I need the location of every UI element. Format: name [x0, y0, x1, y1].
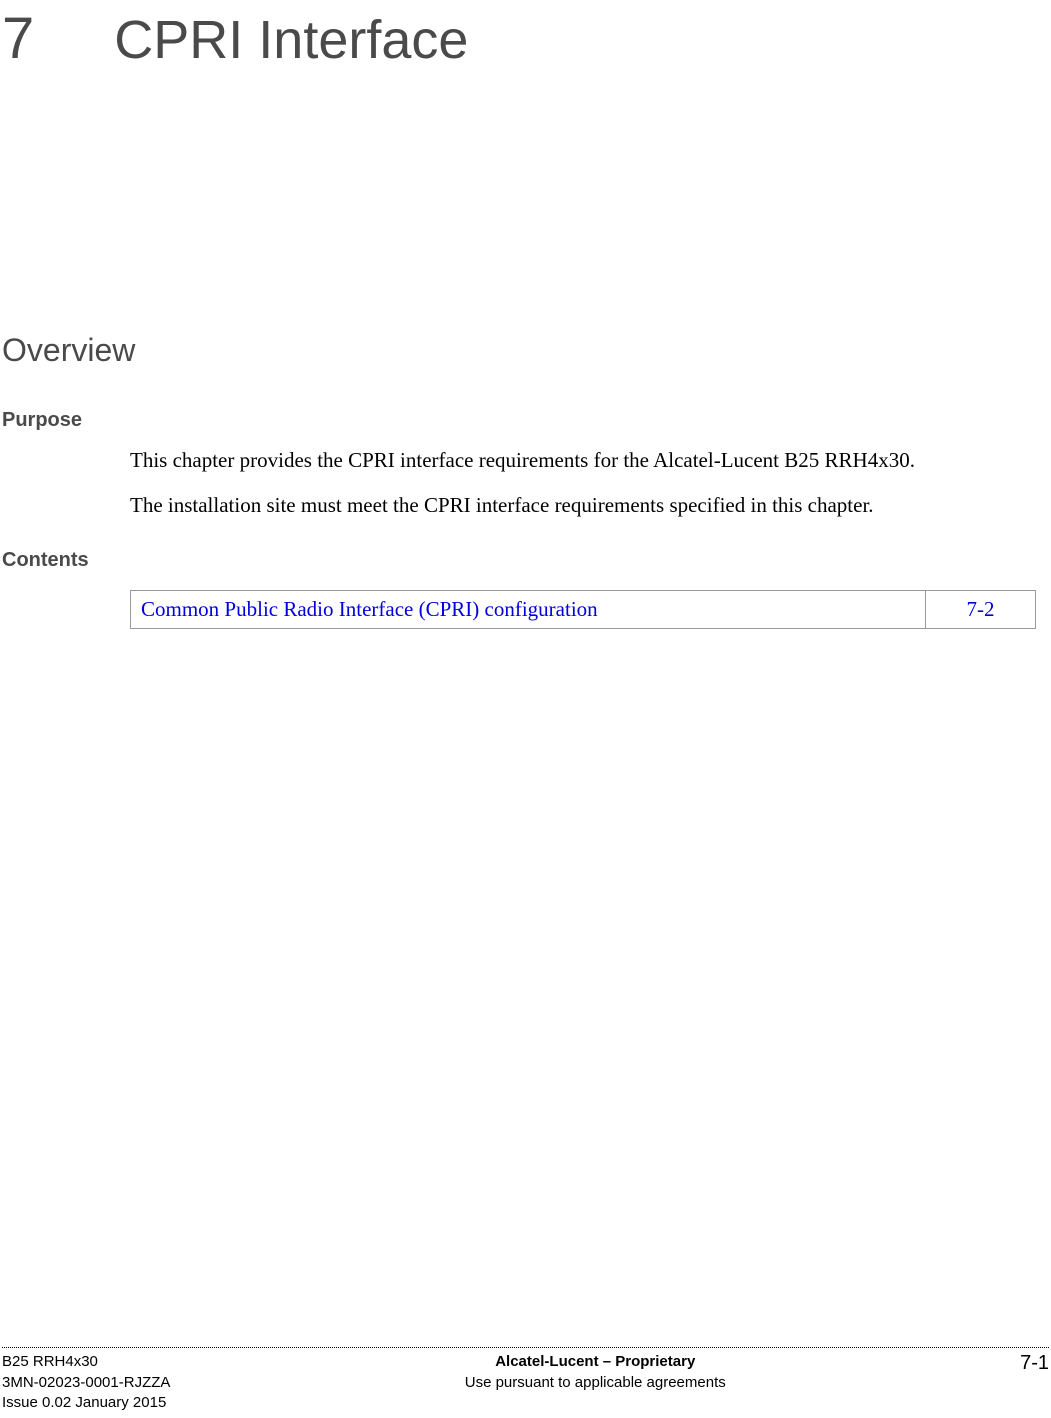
purpose-paragraph-1: This chapter provides the CPRI interface…: [130, 446, 1051, 475]
footer-product: B25 RRH4x30: [2, 1352, 170, 1372]
page-footer: B25 RRH4x30 3MN-02023-0001-RJZZA Issue 0…: [0, 1347, 1051, 1418]
chapter-title: CPRI Interface: [114, 9, 468, 71]
chapter-number: 7: [2, 5, 34, 72]
footer-usage: Use pursuant to applicable agreements: [465, 1373, 726, 1393]
toc-entry-link[interactable]: Common Public Radio Interface (CPRI) con…: [131, 590, 926, 628]
footer-divider: [2, 1347, 1049, 1348]
purpose-heading: Purpose: [0, 409, 1051, 432]
footer-center: Alcatel-Lucent – Proprietary Use pursuan…: [465, 1352, 726, 1393]
toc-entry-page[interactable]: 7-2: [926, 590, 1036, 628]
section-title-overview: Overview: [0, 332, 1051, 369]
contents-table: Common Public Radio Interface (CPRI) con…: [130, 590, 1036, 629]
footer-docnumber: 3MN-02023-0001-RJZZA: [2, 1373, 170, 1393]
contents-heading: Contents: [0, 549, 1051, 572]
purpose-paragraph-2: The installation site must meet the CPRI…: [130, 491, 1051, 520]
footer-proprietary: Alcatel-Lucent – Proprietary: [465, 1352, 726, 1372]
footer-page-number: 7-1: [1020, 1352, 1049, 1375]
footer-issue-date: Issue 0.02 January 2015: [2, 1393, 170, 1413]
chapter-header: 7 CPRI Interface: [0, 0, 1051, 72]
footer-left: B25 RRH4x30 3MN-02023-0001-RJZZA Issue 0…: [2, 1352, 170, 1413]
table-row: Common Public Radio Interface (CPRI) con…: [131, 590, 1036, 628]
